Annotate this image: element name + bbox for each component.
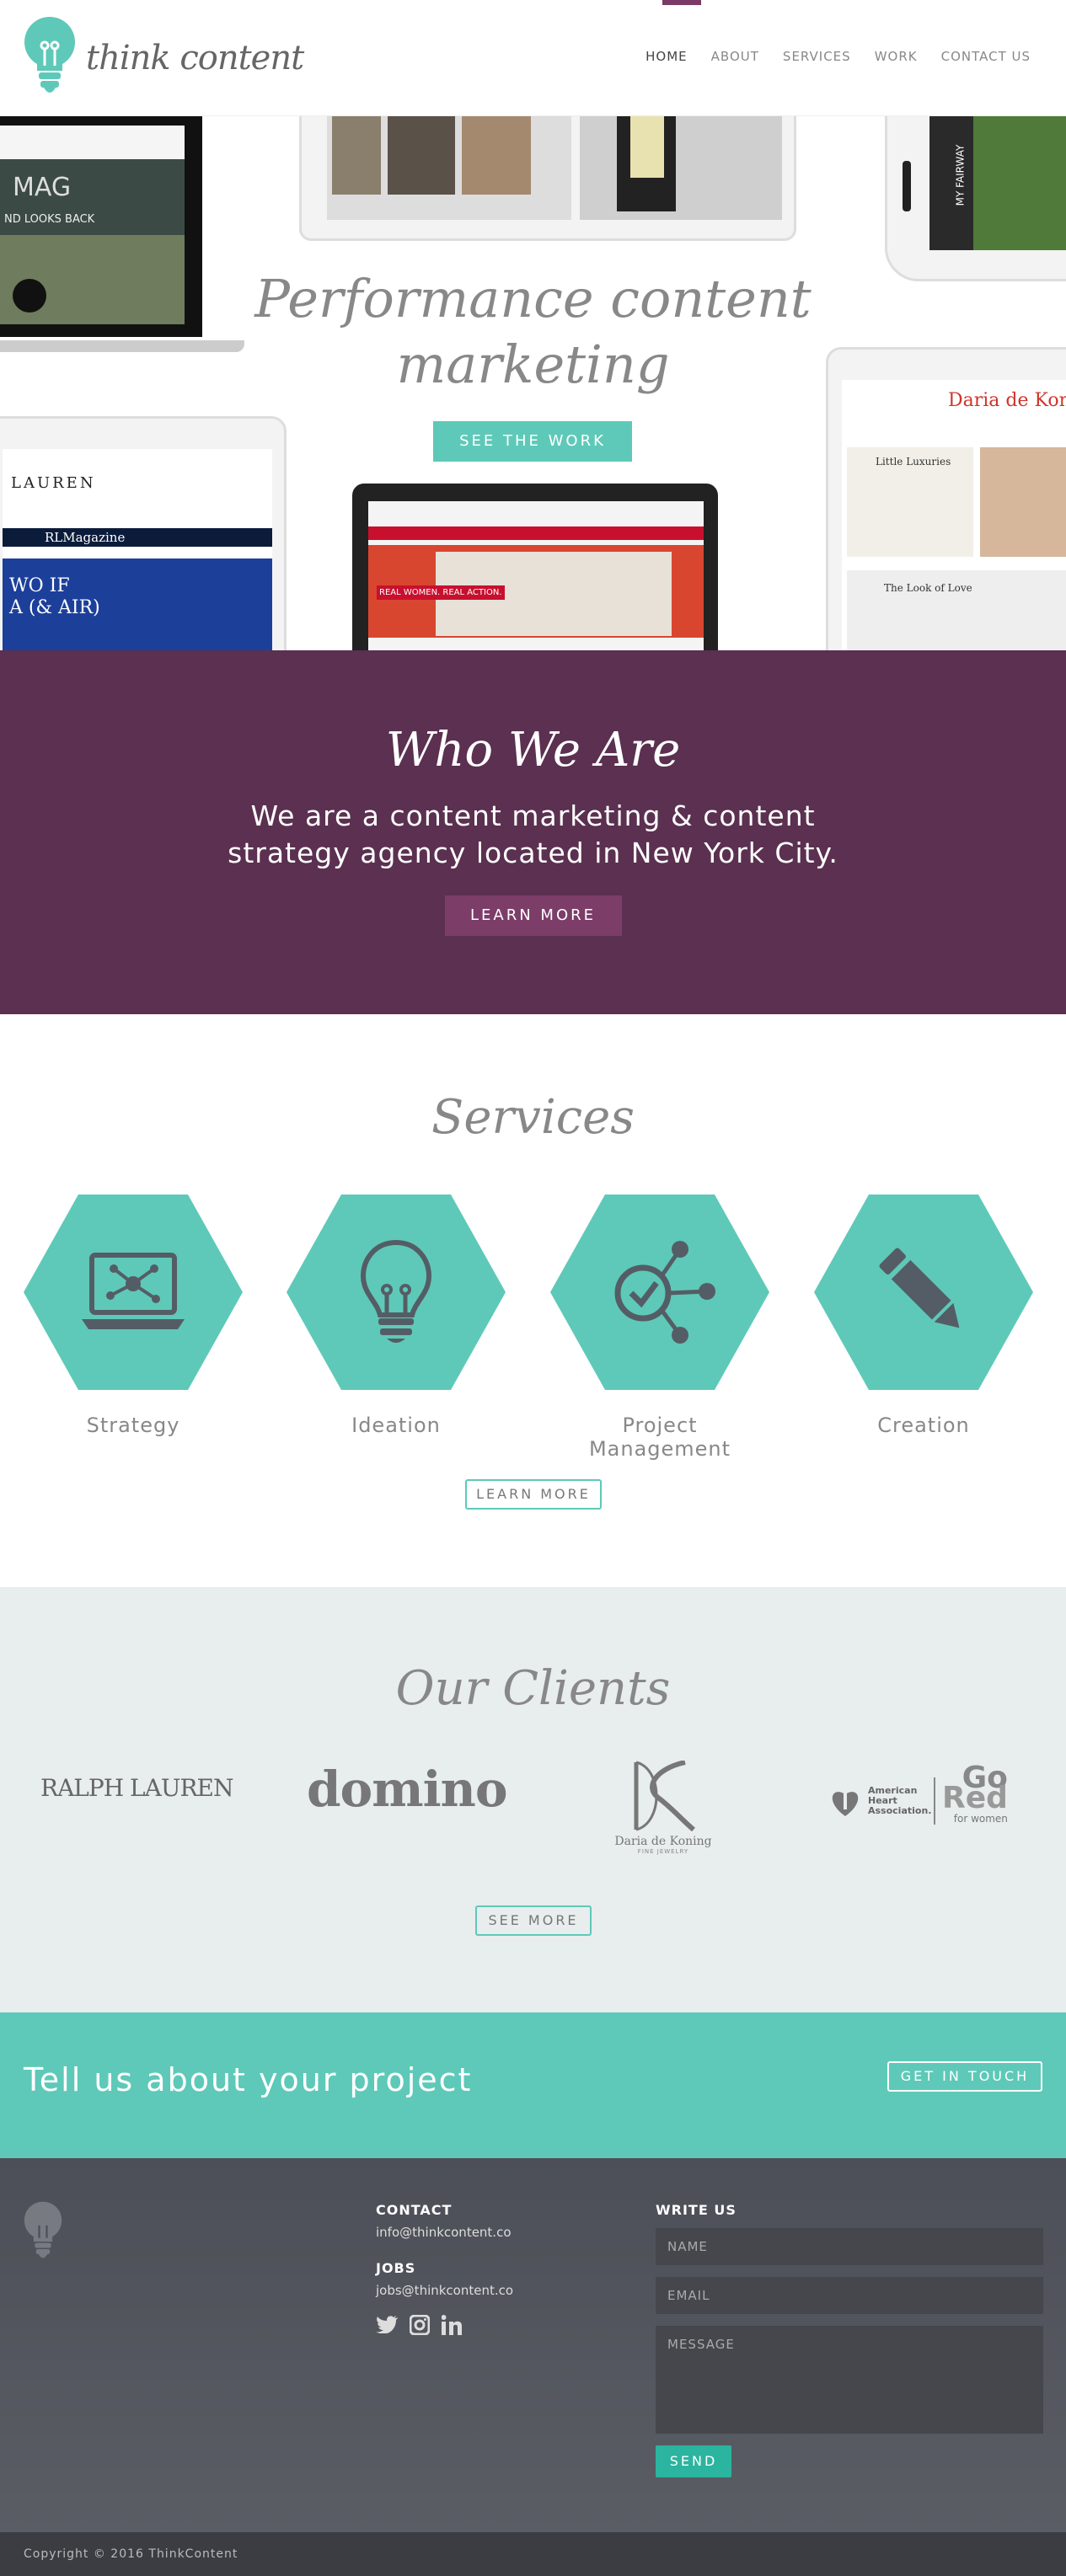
social-icons — [376, 2315, 513, 2335]
logo-text: think content — [86, 39, 304, 77]
mag-subtitle: ND LOOKS BACK — [4, 213, 95, 226]
contact-heading: CONTACT — [376, 2202, 453, 2218]
pencil-icon — [879, 1248, 960, 1328]
service-ideation[interactable]: Ideation — [287, 1194, 506, 1437]
services-learn-more-button[interactable]: LEARN MORE — [465, 1479, 602, 1510]
email-input[interactable]: EMAIL — [656, 2277, 1043, 2314]
daria-little-luxuries: Little Luxuries — [876, 456, 951, 468]
who-title: Who We Are — [385, 723, 681, 778]
copyright-text: Copyright © 2016 ThinkContent — [24, 2547, 238, 2561]
who-we-are-section: Who We Are We are a content marketing & … — [0, 650, 1066, 1014]
mag-title: MAG — [13, 173, 72, 202]
rl-story-title-2: A (& AIR) — [9, 597, 100, 618]
go-red-red: Red — [942, 1781, 1008, 1815]
clients-section: Our Clients RALPH LAUREN domino Daria de… — [0, 1587, 1066, 2012]
nav-home[interactable]: HOME — [645, 49, 688, 64]
contact-cta-section: Tell us about your project GET IN TOUCH — [0, 2012, 1066, 2158]
lightbulb-icon — [360, 1239, 432, 1343]
hero-title-line2: marketing — [396, 334, 670, 395]
who-learn-more-button[interactable]: LEARN MORE — [444, 895, 622, 936]
see-the-work-button[interactable]: SEE THE WORK — [433, 421, 632, 462]
get-in-touch-button[interactable]: GET IN TOUCH — [887, 2061, 1042, 2092]
main-nav: HOME ABOUT SERVICES WORK CONTACT US — [645, 49, 1031, 64]
name-input[interactable]: NAME — [656, 2228, 1043, 2265]
daria-k-mark-icon — [634, 1760, 695, 1832]
network-target-icon — [614, 1241, 715, 1344]
daria-name: Daria de Koning — [614, 1835, 712, 1848]
jobs-heading: JOBS — [376, 2260, 416, 2276]
nav-work[interactable]: WORK — [875, 49, 918, 64]
tablet-ralph-lauren-mockup: LAUREN RLMagazine WO IF A (& AIR) — [0, 416, 287, 650]
aha-banner: REAL WOMEN. REAL ACTION. — [377, 585, 505, 600]
footer-write-us: WRITE US NAME EMAIL MESSAGE SEND — [656, 2202, 1043, 2477]
footer-contact: CONTACT info@thinkcontent.co JOBS jobs@t… — [376, 2202, 513, 2335]
active-nav-indicator — [662, 0, 701, 5]
hero-title-line1: Performance content — [254, 268, 812, 329]
site-logo[interactable]: think content — [24, 17, 304, 99]
nav-services[interactable]: SERVICES — [783, 49, 851, 64]
phone-fairway-mockup: MY FAIRWAY — [885, 116, 1066, 281]
laptop-network-icon — [82, 1253, 185, 1329]
rl-magazine: RLMagazine — [45, 530, 126, 545]
copyright-bar: Copyright © 2016 ThinkContent — [0, 2532, 1066, 2576]
heart-torch-icon — [832, 1791, 859, 1816]
nav-about[interactable]: ABOUT — [711, 49, 759, 64]
services-title: Services — [431, 1090, 635, 1145]
client-daria-logo: Daria de Koning FINE JEWELRY — [608, 1760, 718, 1855]
daria-tagline: FINE JEWELRY — [637, 1848, 689, 1855]
cta-text: Tell us about your project — [24, 2061, 473, 2098]
fairway-label: MY FAIRWAY — [954, 144, 967, 206]
client-domino-logo: domino — [307, 1761, 507, 1818]
lightbulb-logo-icon — [24, 17, 75, 93]
aha-text: American Heart Association. — [868, 1785, 932, 1816]
logo-divider — [934, 1777, 935, 1825]
clients-title: Our Clients — [395, 1661, 671, 1716]
service-label: Creation — [877, 1414, 970, 1437]
rl-header: LAUREN — [11, 474, 96, 492]
instagram-icon[interactable] — [410, 2315, 430, 2335]
send-button[interactable]: SEND — [656, 2445, 731, 2477]
hero-section: MAG ND LOOKS BACK MY FAIRWAY LAUREN RLMa… — [0, 116, 1066, 650]
hero-title: Performance content marketing — [0, 266, 1066, 398]
service-project-management[interactable]: Project Management — [550, 1194, 769, 1461]
rl-story-title: WO IF — [9, 575, 70, 596]
site-footer: CONTACT info@thinkcontent.co JOBS jobs@t… — [0, 2158, 1066, 2532]
write-us-heading: WRITE US — [656, 2202, 737, 2218]
jobs-email-link[interactable]: jobs@thinkcontent.co — [376, 2283, 513, 2298]
service-strategy[interactable]: Strategy — [24, 1194, 243, 1437]
site-header: think content HOME ABOUT SERVICES WORK C… — [0, 0, 1066, 116]
daria-look-of-love: The Look of Love — [884, 582, 972, 594]
twitter-icon[interactable] — [376, 2315, 398, 2333]
linkedin-icon[interactable] — [442, 2315, 463, 2335]
tablet-food-mockup — [299, 116, 796, 241]
see-more-button[interactable]: SEE MORE — [475, 1905, 592, 1936]
service-label: Ideation — [351, 1414, 441, 1437]
service-label: Project Management — [588, 1414, 731, 1461]
who-line2: strategy agency located in New York City… — [228, 836, 838, 869]
contact-email-link[interactable]: info@thinkcontent.co — [376, 2225, 513, 2240]
services-section: Services Strategy Ideation Project Manag… — [0, 1014, 1066, 1587]
service-creation[interactable]: Creation — [814, 1194, 1033, 1437]
message-textarea[interactable]: MESSAGE — [656, 2326, 1043, 2434]
nav-contact[interactable]: CONTACT US — [941, 49, 1031, 64]
who-line1: We are a content marketing & content — [250, 799, 816, 832]
client-ralph-lauren-logo: RALPH LAUREN — [40, 1774, 233, 1802]
client-aha-go-red-logo: American Heart Association. Go Red for w… — [829, 1763, 1008, 1825]
service-label: Strategy — [86, 1414, 180, 1437]
footer-bulb-icon — [24, 2201, 62, 2258]
laptop-aha-mockup: REAL WOMEN. REAL ACTION. — [352, 484, 718, 650]
